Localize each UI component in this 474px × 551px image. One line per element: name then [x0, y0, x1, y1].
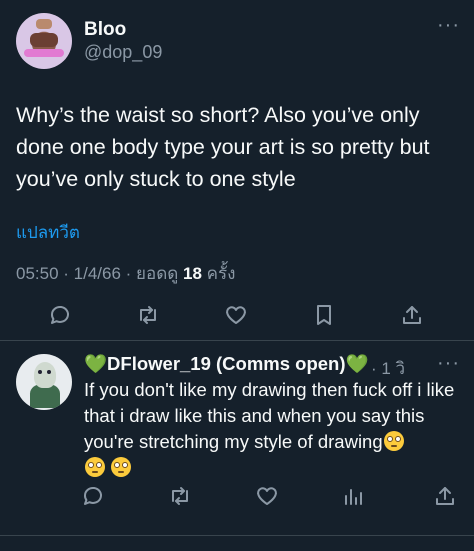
retweet-icon[interactable]: [135, 302, 161, 328]
share-icon[interactable]: [432, 483, 458, 509]
views-icon[interactable]: [340, 483, 366, 509]
rolling-eyes-emoji: [111, 457, 132, 477]
tweet-meta: 05:50 · 1/4/66 · ยอดดู 18 ครั้ง: [16, 260, 235, 287]
more-options-icon[interactable]: ···: [437, 14, 460, 37]
bookmark-icon[interactable]: [311, 302, 337, 328]
reply-author-avatar[interactable]: [16, 354, 72, 410]
view-count-suffix: ครั้ง: [206, 264, 236, 283]
avatar-detail: [34, 362, 56, 388]
tweet-timestamp: 05:50 · 1/4/66 · ยอดดู: [16, 264, 179, 283]
view-count: 18: [183, 264, 202, 283]
avatar-detail: [30, 33, 58, 47]
like-icon[interactable]: [254, 483, 280, 509]
reply-icon[interactable]: [47, 302, 73, 328]
retweet-icon[interactable]: [167, 483, 193, 509]
rolling-eyes-emoji: [85, 457, 105, 477]
divider: [0, 535, 474, 536]
share-icon[interactable]: [399, 302, 425, 328]
like-icon[interactable]: [223, 302, 249, 328]
reply-text: If you don't like my drawing then fuck o…: [84, 377, 464, 481]
avatar-detail: [24, 49, 64, 57]
rolling-eyes-emoji: [383, 431, 404, 451]
reply-icon[interactable]: [80, 483, 106, 509]
translate-tweet-link[interactable]: แปลทวีต: [16, 219, 80, 246]
author-name[interactable]: Bloo: [84, 19, 126, 41]
author-handle[interactable]: @dop_09: [84, 42, 162, 63]
reply-more-options-icon[interactable]: ···: [437, 352, 460, 375]
author-avatar[interactable]: [16, 13, 72, 69]
avatar-detail: [36, 19, 52, 29]
tweet-text: Why’s the waist so short? Also you’ve on…: [16, 103, 430, 191]
avatar-detail: [38, 370, 42, 374]
reply-author-name[interactable]: 💚DFlower_19 (Comms open)💚: [84, 353, 369, 375]
divider: [0, 340, 474, 341]
